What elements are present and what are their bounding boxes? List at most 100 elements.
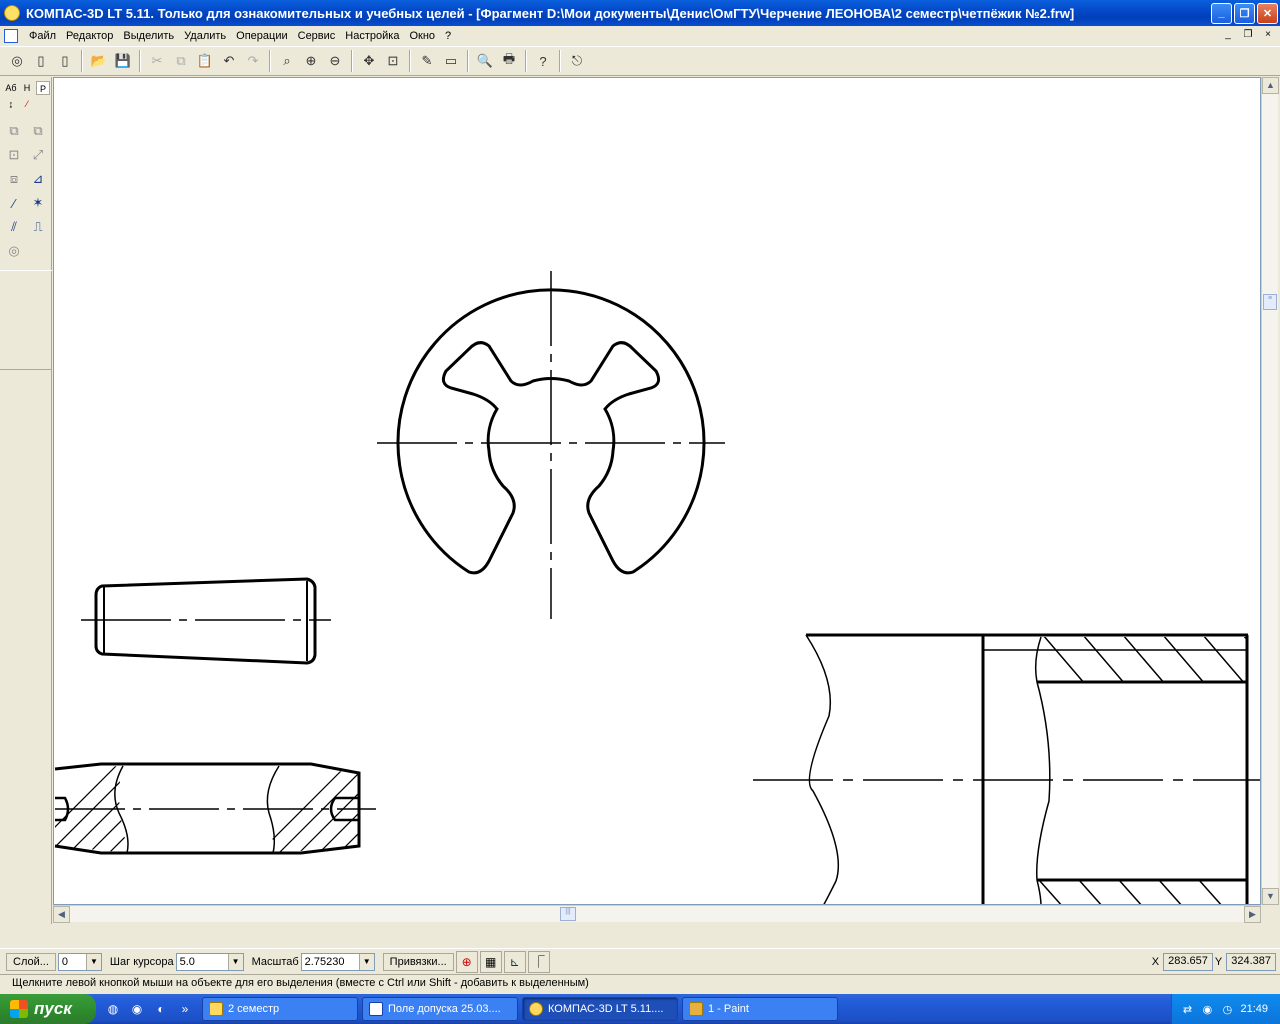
doc-restore-button[interactable]: ❐ bbox=[1240, 28, 1256, 42]
copy-icon[interactable]: ⧉ bbox=[170, 50, 192, 72]
zoom-window-icon[interactable]: ⌕ bbox=[276, 50, 298, 72]
tab-dimensions[interactable]: Н bbox=[20, 81, 34, 95]
task-kompas[interactable]: КОМПАС-3D LT 5.11.... bbox=[522, 997, 678, 1021]
tab-parameters[interactable]: ↨ bbox=[4, 97, 18, 111]
document-icon[interactable] bbox=[4, 28, 18, 43]
task-label: КОМПАС-3D LT 5.11.... bbox=[548, 1003, 664, 1015]
deform-icon[interactable]: ⤢ bbox=[27, 144, 49, 166]
cut-icon[interactable]: ✂ bbox=[146, 50, 168, 72]
preview-icon[interactable]: ▭ bbox=[440, 50, 462, 72]
zoom-in-icon[interactable]: ⊕ bbox=[300, 50, 322, 72]
horizontal-scrollbar[interactable]: ◀ ||| ▶ bbox=[53, 905, 1261, 923]
scroll-up-arrow[interactable]: ▲ bbox=[1262, 77, 1279, 94]
quicklaunch-more-button[interactable]: » bbox=[176, 1000, 194, 1018]
menu-service[interactable]: Сервис bbox=[293, 30, 341, 42]
rotate-icon[interactable]: ⧈ bbox=[3, 168, 25, 190]
menu-delete[interactable]: Удалить bbox=[179, 30, 231, 42]
pan-icon[interactable]: ✥ bbox=[358, 50, 380, 72]
task-paint[interactable]: 1 - Paint bbox=[682, 997, 838, 1021]
chevron-down-icon[interactable]: ▼ bbox=[358, 953, 374, 970]
clock-time[interactable]: 21:49 bbox=[1240, 1003, 1268, 1015]
menu-window[interactable]: Окно bbox=[404, 30, 440, 42]
ie-icon[interactable]: ◍ bbox=[104, 1000, 122, 1018]
manager-icon[interactable]: ◎ bbox=[6, 50, 28, 72]
snaps-button[interactable]: Привязки... bbox=[382, 952, 454, 971]
maximize-button[interactable]: ❐ bbox=[1234, 2, 1255, 24]
menu-help[interactable]: ? bbox=[440, 30, 456, 42]
trim-icon[interactable]: ⁄ bbox=[3, 192, 25, 214]
print-icon[interactable]: 🖶 bbox=[498, 50, 520, 72]
local-cs-icon[interactable]: ⊾ bbox=[503, 950, 526, 973]
doc-close-button[interactable]: × bbox=[1260, 28, 1276, 42]
hatch-icon[interactable]: ⫽ bbox=[3, 216, 25, 238]
menu-editor[interactable]: Редактор bbox=[61, 30, 118, 42]
volume-icon[interactable]: ◉ bbox=[1200, 1002, 1214, 1016]
y-coord-field[interactable]: 324.387 bbox=[1226, 952, 1276, 971]
x-coord-field[interactable]: 283.657 bbox=[1163, 952, 1213, 971]
minimize-button[interactable]: _ bbox=[1211, 2, 1232, 24]
tab-designations[interactable]: Аб bbox=[4, 81, 18, 95]
shift-icon[interactable]: ⧉ bbox=[3, 120, 25, 142]
help-icon[interactable]: ? bbox=[532, 50, 554, 72]
layer-combo[interactable]: 0 ▼ bbox=[57, 952, 102, 971]
doc-minimize-button[interactable]: _ bbox=[1220, 28, 1236, 42]
scroll-left-arrow[interactable]: ◀ bbox=[53, 906, 70, 923]
scale-icon[interactable]: ⊡ bbox=[3, 144, 25, 166]
tab-editing[interactable]: Р bbox=[36, 81, 50, 95]
new-fragment-icon[interactable]: ▯ bbox=[54, 50, 76, 72]
grid-icon[interactable]: ▦ bbox=[479, 950, 502, 973]
paste-icon[interactable]: 📋 bbox=[194, 50, 216, 72]
array-icon[interactable]: ⎍ bbox=[27, 216, 49, 238]
browser-icon[interactable]: ◉ bbox=[128, 1000, 146, 1018]
cursor-step-combo[interactable]: 5.0 ▼ bbox=[175, 952, 244, 971]
menu-file[interactable]: Файл bbox=[24, 30, 61, 42]
tab-geometry[interactable]: ⁄ bbox=[20, 97, 34, 111]
print-preview-icon[interactable]: 🔍 bbox=[474, 50, 496, 72]
title-bar[interactable]: КОМПАС-3D LT 5.11. Только для ознакомите… bbox=[0, 0, 1280, 26]
menu-operations[interactable]: Операции bbox=[231, 30, 292, 42]
panda-icon[interactable]: ◐ bbox=[152, 1000, 170, 1018]
task-folder[interactable]: 2 семестр bbox=[202, 997, 358, 1021]
redo-icon[interactable]: ↷ bbox=[242, 50, 264, 72]
scale-combo[interactable]: 2.75230 ▼ bbox=[300, 952, 375, 971]
app-window: КОМПАС-3D LT 5.11. Только для ознакомите… bbox=[0, 0, 1280, 1024]
layer-button[interactable]: Слой... bbox=[6, 952, 56, 971]
taskbar: пуск ◍ ◉ ◐ » 2 семестр Поле допуска 25.0… bbox=[0, 994, 1280, 1024]
menu-settings[interactable]: Настройка bbox=[340, 30, 404, 42]
redraw-icon[interactable]: ✎ bbox=[416, 50, 438, 72]
undo-icon[interactable]: ↶ bbox=[218, 50, 240, 72]
menu-select[interactable]: Выделить bbox=[118, 30, 179, 42]
toolbar-separator bbox=[139, 50, 141, 72]
snap-toggle-icon[interactable]: ⊕ bbox=[455, 950, 478, 973]
start-button[interactable]: пуск bbox=[0, 994, 96, 1024]
open-icon[interactable]: 📂 bbox=[88, 50, 110, 72]
clock-icon[interactable]: ◷ bbox=[1220, 1002, 1234, 1016]
horizontal-scroll-thumb[interactable]: ||| bbox=[560, 907, 576, 921]
scroll-right-arrow[interactable]: ▶ bbox=[1244, 906, 1261, 923]
copy-object-icon[interactable]: ⧉ bbox=[27, 120, 49, 142]
vertical-scroll-thumb[interactable]: ≡ bbox=[1263, 294, 1277, 310]
chevron-down-icon[interactable]: ▼ bbox=[85, 953, 101, 970]
hatch-line bbox=[310, 766, 359, 853]
close-button[interactable]: ✕ bbox=[1257, 2, 1278, 24]
split-icon[interactable]: ✶ bbox=[27, 192, 49, 214]
panel-tabs: Аб Н Р ↨ ⁄ bbox=[2, 79, 50, 111]
drawing-canvas[interactable] bbox=[53, 77, 1261, 905]
network-icon[interactable]: ⇄ bbox=[1180, 1002, 1194, 1016]
windows-logo-icon bbox=[10, 1000, 28, 1018]
chevron-down-icon[interactable]: ▼ bbox=[227, 953, 243, 970]
scroll-down-arrow[interactable]: ▼ bbox=[1262, 888, 1279, 905]
zoom-out-icon[interactable]: ⊖ bbox=[324, 50, 346, 72]
circle-tool-icon[interactable]: ◎ bbox=[3, 240, 25, 262]
mirror-icon[interactable]: ⊿ bbox=[27, 168, 49, 190]
zoom-all-icon[interactable]: ⊡ bbox=[382, 50, 404, 72]
exit-icon[interactable]: ⎋ bbox=[566, 50, 588, 72]
save-icon[interactable]: 💾 bbox=[112, 50, 134, 72]
new-sheet-icon[interactable]: ▯ bbox=[30, 50, 52, 72]
kompas-app-icon[interactable] bbox=[4, 5, 20, 21]
task-word[interactable]: Поле допуска 25.03.... bbox=[362, 997, 518, 1021]
y-coord-label: Y bbox=[1214, 955, 1223, 968]
vertical-scrollbar[interactable]: ▲ ≡ ▼ bbox=[1261, 77, 1279, 905]
ortho-icon[interactable]: ⎾ bbox=[527, 950, 550, 973]
start-label: пуск bbox=[34, 999, 72, 1018]
